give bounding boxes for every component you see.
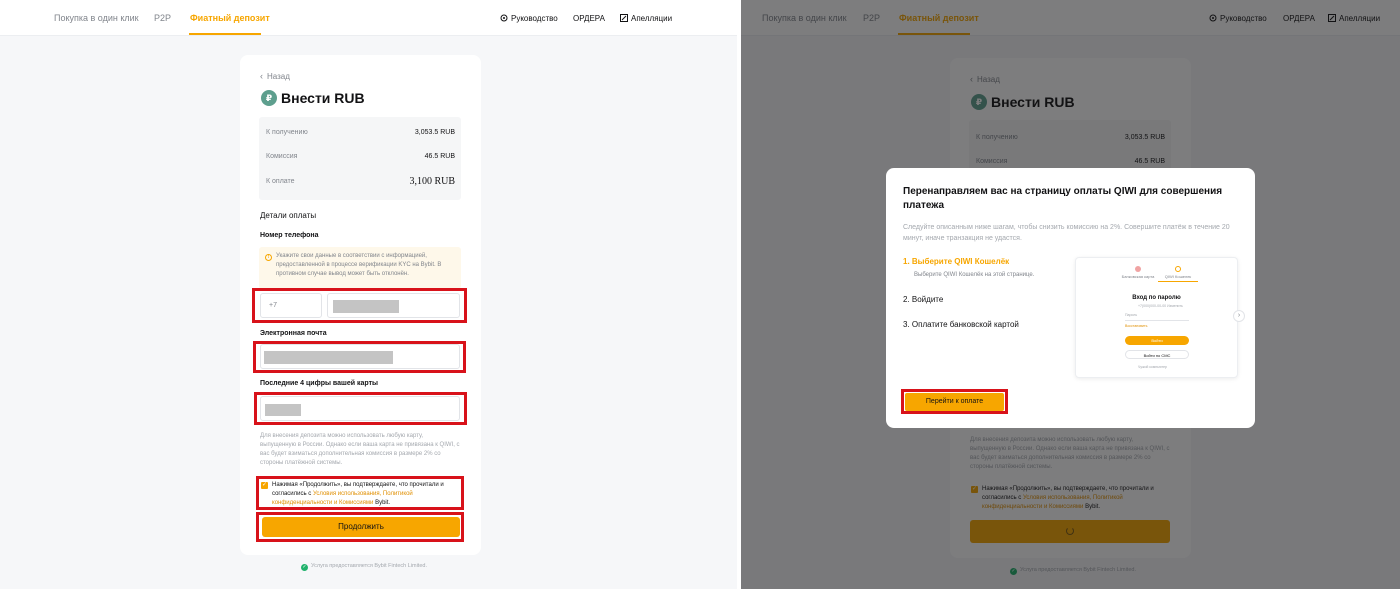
nav-appeals-link[interactable]: Апелляции [620, 14, 672, 23]
step-2[interactable]: 2. Войдите [903, 295, 943, 304]
chevron-left-icon: ‹ [260, 71, 263, 81]
page-title: Внести RUB [281, 90, 365, 106]
terms-link[interactable]: Условия использования [313, 491, 380, 497]
redacted-email [264, 351, 393, 364]
qiwi-redirect-modal: Перенаправляем вас на страницу оплаты QI… [886, 168, 1255, 428]
preview-password-line [1125, 320, 1189, 321]
qiwi-icon [1175, 266, 1181, 272]
step-3[interactable]: 3. Оплатите банковской картой [903, 320, 1019, 329]
shield-check-icon: ✓ [301, 564, 308, 571]
phone-prefix: +7 [269, 302, 277, 309]
total-label: К оплате [266, 178, 295, 185]
top-navigation: Покупка в один клик P2P Фиатный депозит … [0, 0, 737, 36]
email-input[interactable] [260, 344, 460, 369]
payment-details-heading: Детали оплаты [260, 211, 317, 220]
nav-guide-label: Руководство [511, 14, 558, 23]
consent-separator: , [379, 491, 382, 497]
deposit-form-panel: Покупка в один клик P2P Фиатный депозит … [0, 0, 737, 589]
rub-currency-icon: ₽ [261, 90, 277, 106]
card-digits-label: Последние 4 цифры вашей карты [260, 380, 379, 387]
fee-label: Комиссия [266, 153, 298, 160]
redacted-card-digits [265, 404, 301, 416]
receive-label: К получению [266, 129, 308, 136]
email-label: Электронная почта [260, 330, 327, 337]
preview-tab-card: Банковская карта [1118, 266, 1158, 279]
preview-remember: Чужой компьютер [1138, 365, 1167, 369]
preview-phone-hint: +7(000)000-00-00 Изменить [1138, 304, 1183, 308]
provider-footer-text: Услуга предоставляется Bybit Fintech Lim… [311, 563, 427, 569]
tab-fiat-deposit[interactable]: Фиатный депозит [190, 13, 270, 23]
deposit-card: ‹ Назад ₽ Внести RUB К получению 3,053.5 … [240, 55, 481, 555]
tab-one-click-buy[interactable]: Покупка в один клик [54, 13, 139, 23]
modal-subtitle: Следуйте описанным ниже шагам, чтобы сни… [903, 224, 1230, 242]
gear-icon [500, 14, 508, 22]
info-icon: ! [265, 254, 272, 261]
modal-title: Перенаправляем вас на страницу оплаты QI… [903, 186, 1223, 211]
phone-label: Номер телефона [260, 232, 319, 239]
go-to-payment-button[interactable]: Перейти к оплате [905, 393, 1004, 411]
card-digits-input[interactable] [260, 396, 460, 421]
preview-tab-qiwi: QIWI Кошелек [1158, 266, 1198, 282]
preview-sms-button: Войти по СМС [1125, 350, 1189, 359]
card-help-text: Для внесения депозита можно использовать… [260, 433, 460, 466]
fee-value: 46.5 RUB [424, 153, 455, 160]
preview-login-title: Вход по паролю [1132, 295, 1181, 301]
preview-tab-qiwi-label: QIWI Кошелек [1164, 274, 1192, 279]
back-label: Назад [267, 72, 290, 81]
edit-icon [620, 14, 628, 22]
redacted-phone [333, 300, 399, 313]
kyc-notice-text: Укажите свои данные в соответствии с инф… [276, 253, 442, 277]
qiwi-redirect-panel: Покупка в один клик P2P Фиатный депозит … [741, 0, 1400, 589]
kyc-notice: ! Укажите свои данные в соответствии с и… [259, 247, 461, 289]
preview-tab-card-label: Банковская карта [1121, 274, 1155, 279]
phone-number-input[interactable] [327, 293, 460, 318]
phone-prefix-field[interactable]: +7 [260, 293, 322, 318]
consent-suffix: Bybit. [375, 500, 391, 506]
nav-appeals-label: Апелляции [631, 14, 673, 23]
total-value: 3,100 RUB [409, 176, 455, 187]
preview-forgot-hint: Восстановить [1125, 324, 1148, 328]
card-icon [1135, 266, 1141, 272]
chevron-right-icon[interactable]: › [1233, 310, 1245, 322]
back-button[interactable]: ‹ Назад [260, 71, 290, 81]
payment-summary: К получению 3,053.5 RUB Комиссия 46.5 RU… [259, 117, 461, 200]
active-tab-underline [189, 33, 261, 35]
fees-link[interactable]: Комиссиями [339, 500, 373, 506]
consent-checkbox[interactable]: ✓ [261, 482, 268, 489]
step-1[interactable]: 1. Выберите QIWI Кошелёк [903, 257, 1009, 266]
provider-footer: ✓Услуга предоставляется Bybit Fintech Li… [301, 563, 427, 571]
qiwi-login-preview: Банковская карта QIWI Кошелек Вход по па… [1075, 257, 1238, 378]
receive-value: 3,053.5 RUB [414, 129, 455, 136]
continue-button[interactable]: Продолжить [262, 517, 460, 537]
preview-password-hint: Пароль [1125, 313, 1138, 317]
nav-guide-link[interactable]: Руководство [500, 14, 558, 23]
tab-p2p[interactable]: P2P [154, 13, 171, 23]
step-1-description: Выберите QIWI Кошелёк на этой странице. [914, 272, 1035, 278]
preview-login-button: Войти [1125, 336, 1189, 345]
consent-and: и [333, 500, 338, 506]
consent-text: Нажимая «Продолжить», вы подтверждаете, … [272, 481, 460, 508]
nav-orders-link[interactable]: ОРДЕРА [573, 14, 605, 23]
